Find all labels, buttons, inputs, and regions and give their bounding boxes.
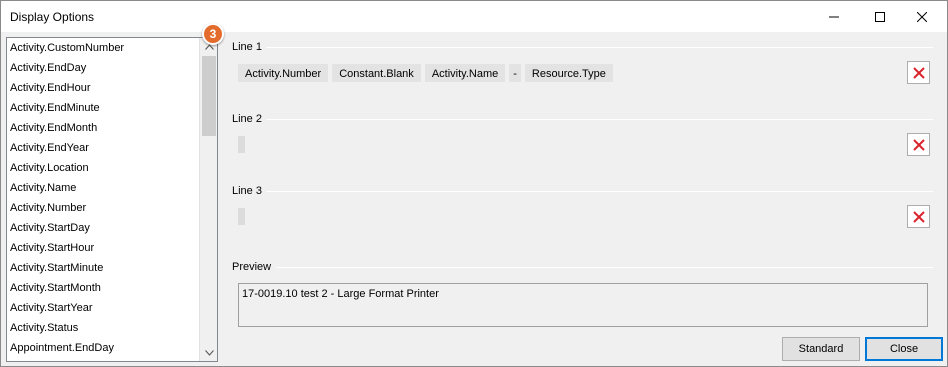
window-title: Display Options [10, 10, 95, 24]
minimize-icon [829, 16, 839, 17]
delete-line-1-button[interactable] [907, 61, 930, 84]
line-token[interactable]: Activity.Number [238, 64, 329, 82]
preview-text: 17-0019.10 test 2 - Large Format Printer [242, 288, 439, 300]
delete-line-2-button[interactable] [907, 133, 930, 156]
field-list[interactable]: Activity.CustomNumber Activity.EndDay Acti… [7, 38, 199, 361]
line-1-tokens[interactable]: Activity.Number Constant.Blank Activity.Na… [238, 64, 613, 82]
list-item[interactable]: Activity.EndDay [7, 58, 199, 78]
red-x-icon [912, 210, 925, 223]
preview-label: Preview [232, 261, 272, 273]
step-badge: 3 [202, 23, 224, 45]
line-token[interactable]: - [509, 64, 521, 82]
preview-rule [276, 267, 933, 268]
list-item[interactable]: Activity.EndHour [7, 78, 199, 98]
field-list-scrollbar[interactable] [199, 38, 217, 361]
maximize-button[interactable] [857, 1, 903, 32]
red-x-icon [912, 138, 925, 151]
line-1-rule [266, 47, 933, 48]
list-item[interactable]: Activity.StartMinute [7, 258, 199, 278]
line-3-drop-slot[interactable] [238, 208, 245, 225]
line-2-label: Line 2 [232, 113, 262, 125]
title-bar: Display Options [1, 1, 947, 32]
close-window-button[interactable] [899, 1, 945, 32]
chevron-down-icon [204, 349, 214, 356]
list-item[interactable]: Activity.Status [7, 318, 199, 338]
list-item[interactable]: Activity.Location [7, 158, 199, 178]
delete-line-3-button[interactable] [907, 205, 930, 228]
list-item[interactable]: Activity.Name [7, 178, 199, 198]
list-item[interactable]: Activity.StartHour [7, 238, 199, 258]
line-3-label: Line 3 [232, 185, 262, 197]
standard-button[interactable]: Standard [782, 337, 860, 361]
list-item[interactable]: Activity.CustomNumber [7, 38, 199, 58]
line-2-rule [266, 119, 933, 120]
preview-box: 17-0019.10 test 2 - Large Format Printer [238, 283, 928, 327]
list-item[interactable]: Appointment.EndDay [7, 338, 199, 358]
close-button[interactable]: Close [865, 337, 943, 361]
minimize-button[interactable] [811, 1, 857, 32]
list-item[interactable]: Activity.EndMonth [7, 118, 199, 138]
line-2-drop-slot[interactable] [238, 136, 245, 153]
scroll-thumb[interactable] [202, 56, 216, 136]
scroll-down-button[interactable] [200, 344, 218, 361]
list-item[interactable]: Activity.EndYear [7, 138, 199, 158]
list-item[interactable]: Activity.StartDay [7, 218, 199, 238]
list-item[interactable]: Activity.Number [7, 198, 199, 218]
line-3-rule [266, 191, 933, 192]
line-token[interactable]: Constant.Blank [332, 64, 421, 82]
close-icon [917, 11, 927, 22]
line-token[interactable]: Resource.Type [524, 64, 613, 82]
line-1-label: Line 1 [232, 41, 262, 53]
list-item[interactable]: Activity.StartMonth [7, 278, 199, 298]
maximize-icon [875, 11, 885, 22]
red-x-icon [912, 66, 925, 79]
list-item[interactable]: Activity.StartYear [7, 298, 199, 318]
field-list-box: Activity.CustomNumber Activity.EndDay Acti… [6, 37, 218, 362]
display-options-dialog: Display Options Activity.CustomNumber Act… [0, 0, 948, 367]
list-item[interactable]: Activity.EndMinute [7, 98, 199, 118]
line-token[interactable]: Activity.Name [424, 64, 506, 82]
